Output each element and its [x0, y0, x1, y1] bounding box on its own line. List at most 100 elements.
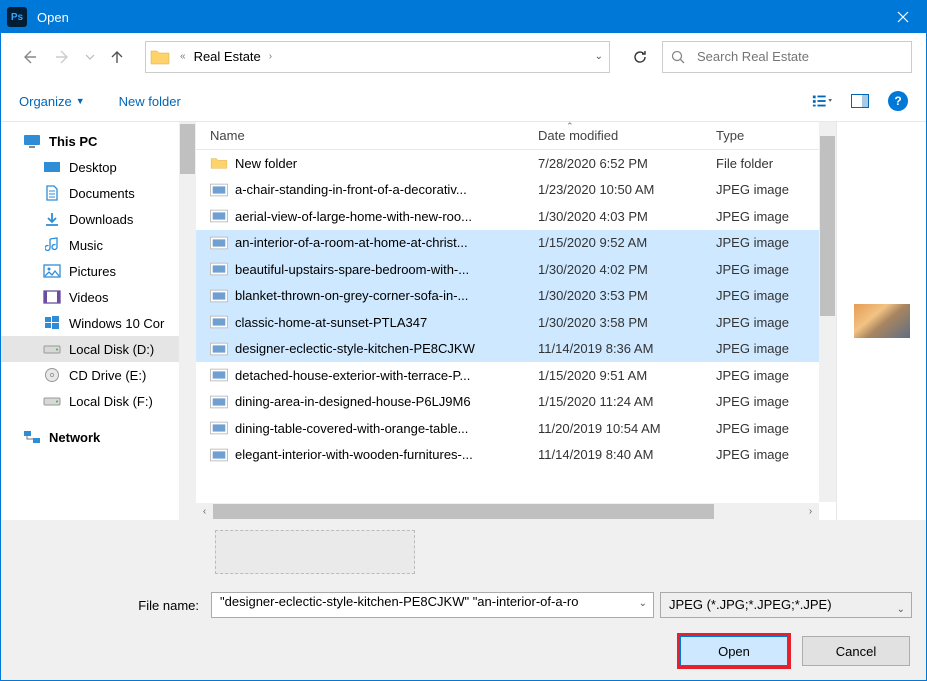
tree-item[interactable]: Pictures [1, 258, 196, 284]
organize-menu[interactable]: Organize ▼ [19, 94, 85, 109]
file-row[interactable]: detached-house-exterior-with-terrace-P..… [196, 362, 836, 389]
file-row[interactable]: a-chair-standing-in-front-of-a-decorativ… [196, 177, 836, 204]
file-row[interactable]: aerial-view-of-large-home-with-new-roo..… [196, 203, 836, 230]
file-date: 11/20/2019 10:54 AM [524, 421, 702, 436]
file-name: beautiful-upstairs-spare-bedroom-with-..… [235, 262, 469, 277]
column-header-type[interactable]: Type [702, 128, 836, 143]
tree-item-label: Music [69, 238, 103, 253]
open-button[interactable]: Open [680, 636, 788, 666]
breadcrumb-current[interactable]: Real Estate [192, 46, 263, 67]
title-bar: Ps Open [1, 1, 926, 33]
scroll-left-icon[interactable]: ‹ [196, 506, 213, 517]
preview-pane-button[interactable] [850, 91, 870, 111]
arrow-left-icon [21, 49, 37, 65]
file-type: JPEG image [702, 447, 836, 462]
preview-pane [836, 122, 926, 520]
file-list[interactable]: New folder7/28/2020 6:52 PMFile folder a-… [196, 150, 836, 520]
file-row[interactable]: dining-table-covered-with-orange-table..… [196, 415, 836, 442]
preview-pane-icon [851, 94, 869, 108]
options-area [15, 530, 912, 574]
refresh-icon [632, 49, 648, 65]
file-row[interactable]: classic-home-at-sunset-PTLA3471/30/2020 … [196, 309, 836, 336]
tree-item[interactable]: Documents [1, 180, 196, 206]
tree-item[interactable]: Windows 10 Cor [1, 310, 196, 336]
search-box[interactable] [662, 41, 912, 73]
photoshop-app-icon: Ps [7, 7, 27, 27]
tree-item[interactable]: Videos [1, 284, 196, 310]
tree-item[interactable]: Local Disk (D:) [1, 336, 196, 362]
file-type: JPEG image [702, 288, 836, 303]
scrollbar-thumb[interactable] [180, 124, 195, 174]
file-name: an-interior-of-a-room-at-home-at-christ.… [235, 235, 468, 250]
nav-forward-button[interactable] [49, 43, 77, 71]
file-name: aerial-view-of-large-home-with-new-roo..… [235, 209, 472, 224]
tree-item[interactable]: Local Disk (F:) [1, 388, 196, 414]
tree-item-label: Windows 10 Cor [69, 316, 164, 331]
list-header: Name Date modified Type [196, 122, 836, 150]
help-button[interactable]: ? [888, 91, 908, 111]
file-date: 1/15/2020 9:52 AM [524, 235, 702, 250]
list-vertical-scrollbar[interactable] [819, 122, 836, 502]
scrollbar-thumb[interactable] [213, 504, 714, 519]
file-name: New folder [235, 156, 297, 171]
file-name: classic-home-at-sunset-PTLA347 [235, 315, 427, 330]
file-row[interactable]: designer-eclectic-style-kitchen-PE8CJKW 1… [196, 336, 836, 363]
file-date: 1/15/2020 11:24 AM [524, 394, 702, 409]
scrollbar-thumb[interactable] [820, 136, 835, 316]
nav-up-button[interactable] [103, 43, 131, 71]
file-name: elegant-interior-with-wooden-furnitures-… [235, 447, 473, 462]
new-folder-button[interactable]: New folder [119, 94, 181, 109]
preview-thumbnail [854, 304, 910, 338]
file-date: 11/14/2019 8:36 AM [524, 341, 702, 356]
chevron-down-icon[interactable]: ⌄ [897, 598, 905, 622]
filename-input[interactable] [218, 593, 629, 610]
list-horizontal-scrollbar[interactable]: ‹ › [196, 503, 819, 520]
tree-item-label: Videos [69, 290, 109, 305]
filetype-filter[interactable]: JPEG (*.JPG;*.JPEG;*.JPE) ⌄ [660, 592, 912, 618]
tree-item[interactable]: Downloads [1, 206, 196, 232]
refresh-button[interactable] [624, 41, 656, 73]
file-name: detached-house-exterior-with-terrace-P..… [235, 368, 470, 383]
breadcrumb-separator-icon: « [174, 51, 192, 62]
file-row[interactable]: beautiful-upstairs-spare-bedroom-with-..… [196, 256, 836, 283]
folder-tree: This PC DesktopDocumentsDownloads Music Pi… [1, 122, 196, 520]
file-row[interactable]: elegant-interior-with-wooden-furnitures-… [196, 442, 836, 469]
tree-item-label: Local Disk (D:) [69, 342, 154, 357]
file-type: JPEG image [702, 315, 836, 330]
chevron-down-icon[interactable]: ⌄ [639, 598, 647, 609]
file-row[interactable]: blanket-thrown-on-grey-corner-sofa-in-..… [196, 283, 836, 310]
scroll-right-icon[interactable]: › [802, 506, 819, 517]
file-date: 1/30/2020 3:53 PM [524, 288, 702, 303]
tree-item[interactable]: CD Drive (E:) [1, 362, 196, 388]
column-header-name[interactable]: Name [196, 128, 524, 143]
chevron-right-icon[interactable]: › [263, 51, 278, 62]
help-icon: ? [894, 94, 901, 108]
filename-combobox[interactable]: ⌄ [211, 592, 654, 618]
file-name: designer-eclectic-style-kitchen-PE8CJKW [235, 341, 475, 356]
address-bar[interactable]: « Real Estate › ⌄ [145, 41, 610, 73]
tree-item[interactable]: Desktop [1, 154, 196, 180]
tree-scrollbar[interactable] [179, 122, 196, 520]
close-icon [897, 11, 909, 23]
arrow-right-icon [55, 49, 71, 65]
nav-back-button[interactable] [15, 43, 43, 71]
tree-network[interactable]: Network [1, 424, 196, 450]
addressbar-dropdown-icon[interactable]: ⌄ [595, 51, 603, 62]
search-input[interactable] [695, 48, 903, 65]
tree-this-pc[interactable]: This PC [1, 128, 196, 154]
file-row[interactable]: dining-area-in-designed-house-P6LJ9M61/1… [196, 389, 836, 416]
file-row[interactable]: an-interior-of-a-room-at-home-at-christ.… [196, 230, 836, 257]
close-button[interactable] [880, 1, 926, 33]
organize-label: Organize [19, 94, 72, 109]
file-name: a-chair-standing-in-front-of-a-decorativ… [235, 182, 467, 197]
column-header-date[interactable]: Date modified [524, 128, 702, 143]
nav-recent-dropdown[interactable] [83, 43, 97, 71]
file-type: JPEG image [702, 341, 836, 356]
tree-item[interactable]: Music [1, 232, 196, 258]
file-type: JPEG image [702, 209, 836, 224]
file-type: JPEG image [702, 421, 836, 436]
file-row[interactable]: New folder7/28/2020 6:52 PMFile folder [196, 150, 836, 177]
tree-item-icon [43, 367, 61, 383]
cancel-button[interactable]: Cancel [802, 636, 910, 666]
view-options-button[interactable] [812, 91, 832, 111]
